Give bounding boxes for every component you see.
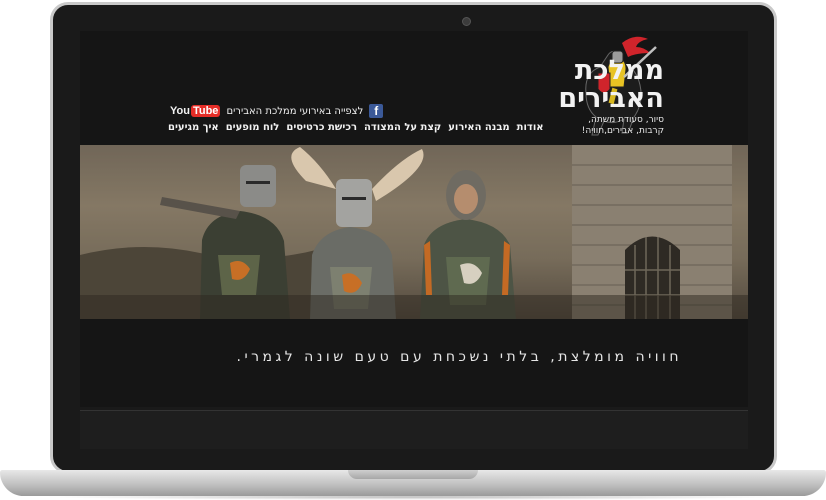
logo-title-line1: ממלכת	[574, 55, 664, 86]
webcam-icon	[462, 17, 471, 26]
website-screen: ממלכת האבירים סיור, סעודת משתה, קרבות, א…	[80, 31, 748, 407]
site-header: ממלכת האבירים סיור, סעודת משתה, קרבות, א…	[80, 31, 748, 144]
site-logo-title[interactable]: ממלכת האבירים	[558, 55, 664, 114]
nav-item-directions[interactable]: איך מגיעים	[168, 122, 219, 133]
knights-illustration	[80, 145, 748, 319]
hero-banner-image	[80, 145, 748, 319]
nav-item-about-fortress[interactable]: קצת על המצודה	[364, 122, 441, 133]
youtube-tube-text: Tube	[190, 105, 221, 117]
nav-item-show-schedule[interactable]: לוח מופעים	[226, 122, 280, 133]
youtube-icon[interactable]: You Tube	[170, 105, 221, 117]
hero-slogan: חוויה מומלצת, בלתי נשכחת עם טעם שונה לגמ…	[236, 349, 682, 365]
main-nav: אודות מבנה האירוע קצת על המצודה רכישת כר…	[168, 122, 544, 133]
slogan-bar: חוויה מומלצת, בלתי נשכחת עם טעם שונה לגמ…	[80, 319, 748, 407]
social-links: f לצפייה באירועי ממלכת האבירים You Tube	[170, 103, 384, 119]
youtube-you-text: You	[170, 105, 190, 117]
nav-item-buy-tickets[interactable]: רכישת כרטיסים	[286, 122, 357, 133]
watch-videos-link[interactable]: לצפייה באירועי ממלכת האבירים	[226, 106, 363, 117]
nav-item-event-structure[interactable]: מבנה האירוע	[448, 122, 509, 133]
facebook-icon[interactable]: f	[369, 104, 384, 118]
logo-title-line2: האבירים	[558, 83, 664, 114]
laptop-notch	[348, 470, 478, 479]
screen-lower-panel	[80, 410, 748, 449]
nav-item-about[interactable]: אודות	[517, 122, 544, 133]
